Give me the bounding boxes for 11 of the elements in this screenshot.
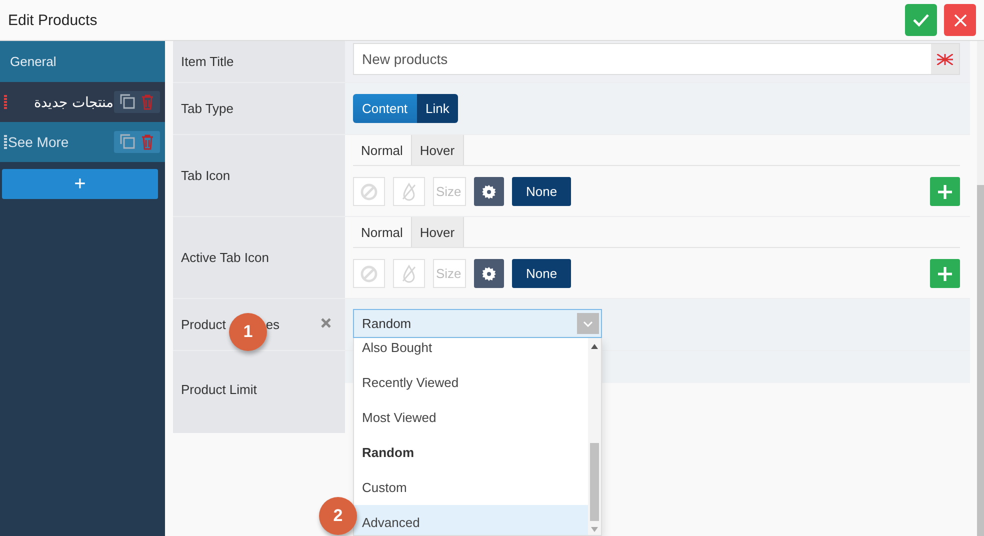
field-label: Active Tab Icon [181,250,269,265]
callout-badge: 2 [319,497,357,535]
field-label: Tab Type [181,101,234,116]
window-title: Edit Products [8,12,98,28]
field-label: Product Limit [181,382,257,397]
field-label: Tab Icon [181,168,230,183]
item-label: See More [8,134,70,150]
item-label: منتجات جديدة [33,94,114,110]
field-label: Product [181,317,226,332]
field-label: Item Title [181,54,234,69]
field-label: es [266,317,280,332]
